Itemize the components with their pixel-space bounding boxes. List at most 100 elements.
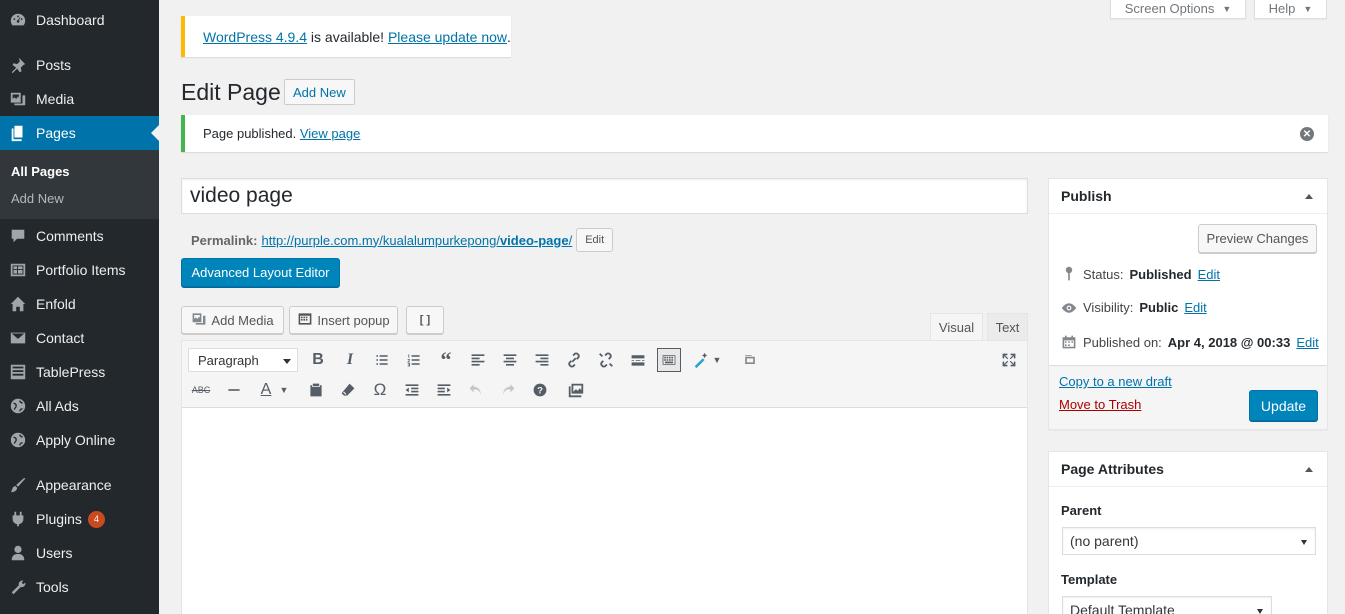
published-notice: Page published. View page ✕ (181, 115, 1328, 152)
menu-label: Appearance (36, 477, 112, 493)
blockquote-icon[interactable]: “ (434, 347, 458, 372)
fullscreen-icon[interactable] (997, 348, 1021, 372)
read-more-icon[interactable] (626, 348, 650, 372)
page-title: Edit Page (181, 79, 281, 105)
magic-wand-icon[interactable] (689, 348, 713, 372)
globe-icon (8, 430, 28, 450)
parent-select[interactable]: (no parent) (1062, 527, 1316, 555)
toolbar-toggle-icon[interactable] (657, 348, 681, 372)
strikethrough-icon[interactable]: ABC (189, 378, 213, 402)
align-right-icon[interactable] (530, 348, 554, 372)
copy-to-draft-link[interactable]: Copy to a new draft (1059, 374, 1172, 389)
menu-item-dashboard[interactable]: Dashboard (0, 3, 159, 37)
bullet-list-icon[interactable] (370, 348, 394, 372)
submenu-all-pages[interactable]: All Pages (11, 164, 70, 179)
update-nag-notice: WordPress 4.9.4 is available! Please upd… (181, 16, 511, 57)
page-attributes-box: Page Attributes Parent (no parent) Templ… (1048, 451, 1328, 614)
align-left-icon[interactable] (466, 348, 490, 372)
collapse-icon[interactable] (1305, 194, 1313, 199)
menu-item-comments[interactable]: Comments (0, 219, 159, 253)
link-icon[interactable] (562, 348, 586, 372)
undo-icon[interactable] (464, 378, 488, 402)
menu-label: TablePress (36, 364, 106, 380)
gallery-icon[interactable] (564, 378, 588, 402)
bold-icon[interactable]: B (306, 348, 330, 372)
screen-options-label: Screen Options (1124, 1, 1215, 16)
add-media-button[interactable]: Add Media (181, 306, 284, 334)
paste-text-icon[interactable] (304, 378, 328, 402)
clear-formatting-icon[interactable] (336, 378, 360, 402)
template-select[interactable]: Default Template (1062, 596, 1272, 614)
numbered-list-icon[interactable] (402, 348, 426, 372)
edit-status-link[interactable]: Edit (1198, 267, 1220, 282)
published-on-value: Apr 4, 2018 @ 00:33 (1167, 334, 1291, 350)
insert-popup-button[interactable]: Insert popup (289, 306, 398, 334)
text-color-icon[interactable]: A (254, 378, 278, 402)
menu-item-appearance[interactable]: Appearance (0, 468, 159, 502)
menu-item-users[interactable]: Users (0, 536, 159, 570)
menu-item-plugins[interactable]: Plugins 4 (0, 502, 159, 536)
indent-icon[interactable] (432, 378, 456, 402)
format-select[interactable]: Paragraph (188, 348, 298, 372)
menu-item-tools[interactable]: Tools (0, 570, 159, 604)
pin-icon (8, 55, 28, 75)
italic-icon[interactable]: I (338, 348, 362, 372)
menu-item-pages[interactable]: Pages (0, 116, 159, 150)
outdent-icon[interactable] (400, 378, 424, 402)
advanced-layout-editor-button[interactable]: Advanced Layout Editor (181, 258, 340, 287)
tab-visual[interactable]: Visual (930, 313, 983, 341)
caret-down-icon[interactable]: ▼ (278, 378, 290, 402)
permalink-link[interactable]: http://purple.com.my/kualalumpurkepong/v… (261, 233, 572, 248)
pages-icon (8, 123, 28, 143)
move-to-trash-link[interactable]: Move to Trash (1059, 397, 1141, 412)
menu-item-portfolio[interactable]: Portfolio Items (0, 253, 159, 287)
help-button[interactable]: Help ▼ (1254, 0, 1327, 19)
media-icon (8, 89, 28, 109)
publish-box-header[interactable]: Publish (1049, 179, 1327, 214)
update-button[interactable]: Update (1249, 390, 1318, 421)
major-publishing-actions: Copy to a new draft Move to Trash Update (1049, 365, 1327, 429)
view-page-link[interactable]: View page (300, 126, 360, 141)
add-media-label: Add Media (211, 312, 274, 328)
menu-item-enfold[interactable]: Enfold (0, 287, 159, 321)
caret-down-icon: ▼ (1303, 3, 1313, 14)
menu-item-apply-online[interactable]: Apply Online (0, 423, 159, 457)
edit-visibility-link[interactable]: Edit (1184, 300, 1206, 315)
horizontal-line-icon[interactable] (222, 378, 246, 402)
page-attributes-header[interactable]: Page Attributes (1049, 452, 1327, 487)
svg-text:?: ? (537, 386, 543, 397)
visibility-row: Visibility: Public Edit (1061, 300, 1207, 315)
plugin-icon (8, 509, 28, 529)
visibility-value: Public (1139, 300, 1179, 315)
screen-options-button[interactable]: Screen Options ▼ (1110, 0, 1246, 19)
notice-text: is available! (307, 28, 388, 45)
preview-changes-button[interactable]: Preview Changes (1198, 224, 1317, 253)
update-now-link[interactable]: Please update now (388, 29, 507, 45)
redo-icon[interactable] (496, 378, 520, 402)
menu-item-contact[interactable]: Contact (0, 321, 159, 355)
menu-item-posts[interactable]: Posts (0, 48, 159, 82)
align-center-icon[interactable] (498, 348, 522, 372)
post-title-input[interactable] (181, 178, 1028, 214)
unlink-icon[interactable] (594, 348, 618, 372)
caret-down-icon[interactable]: ▼ (711, 348, 723, 372)
edit-date-link[interactable]: Edit (1296, 335, 1318, 350)
permalink-end: / (568, 232, 573, 248)
popup-icon (297, 311, 313, 330)
tab-text[interactable]: Text (987, 313, 1028, 341)
special-character-icon[interactable]: Ω (368, 378, 392, 402)
shortcode-button[interactable]: [ ] (406, 306, 444, 334)
dismiss-icon[interactable]: ✕ (1300, 127, 1314, 141)
edit-slug-button[interactable]: Edit (576, 228, 614, 252)
menu-item-all-ads[interactable]: All Ads (0, 389, 159, 423)
collapse-icon[interactable] (1305, 467, 1313, 472)
dashboard-icon (8, 10, 28, 30)
add-new-button[interactable]: Add New (284, 79, 355, 105)
menu-item-media[interactable]: Media (0, 82, 159, 116)
menu-item-tablepress[interactable]: TablePress (0, 355, 159, 389)
wordpress-version-link[interactable]: WordPress 4.9.4 (203, 29, 307, 45)
shortcode-icon[interactable] (738, 348, 762, 372)
submenu-add-new[interactable]: Add New (11, 191, 64, 206)
insert-popup-label: Insert popup (317, 312, 390, 328)
help-icon[interactable]: ? (528, 378, 552, 402)
